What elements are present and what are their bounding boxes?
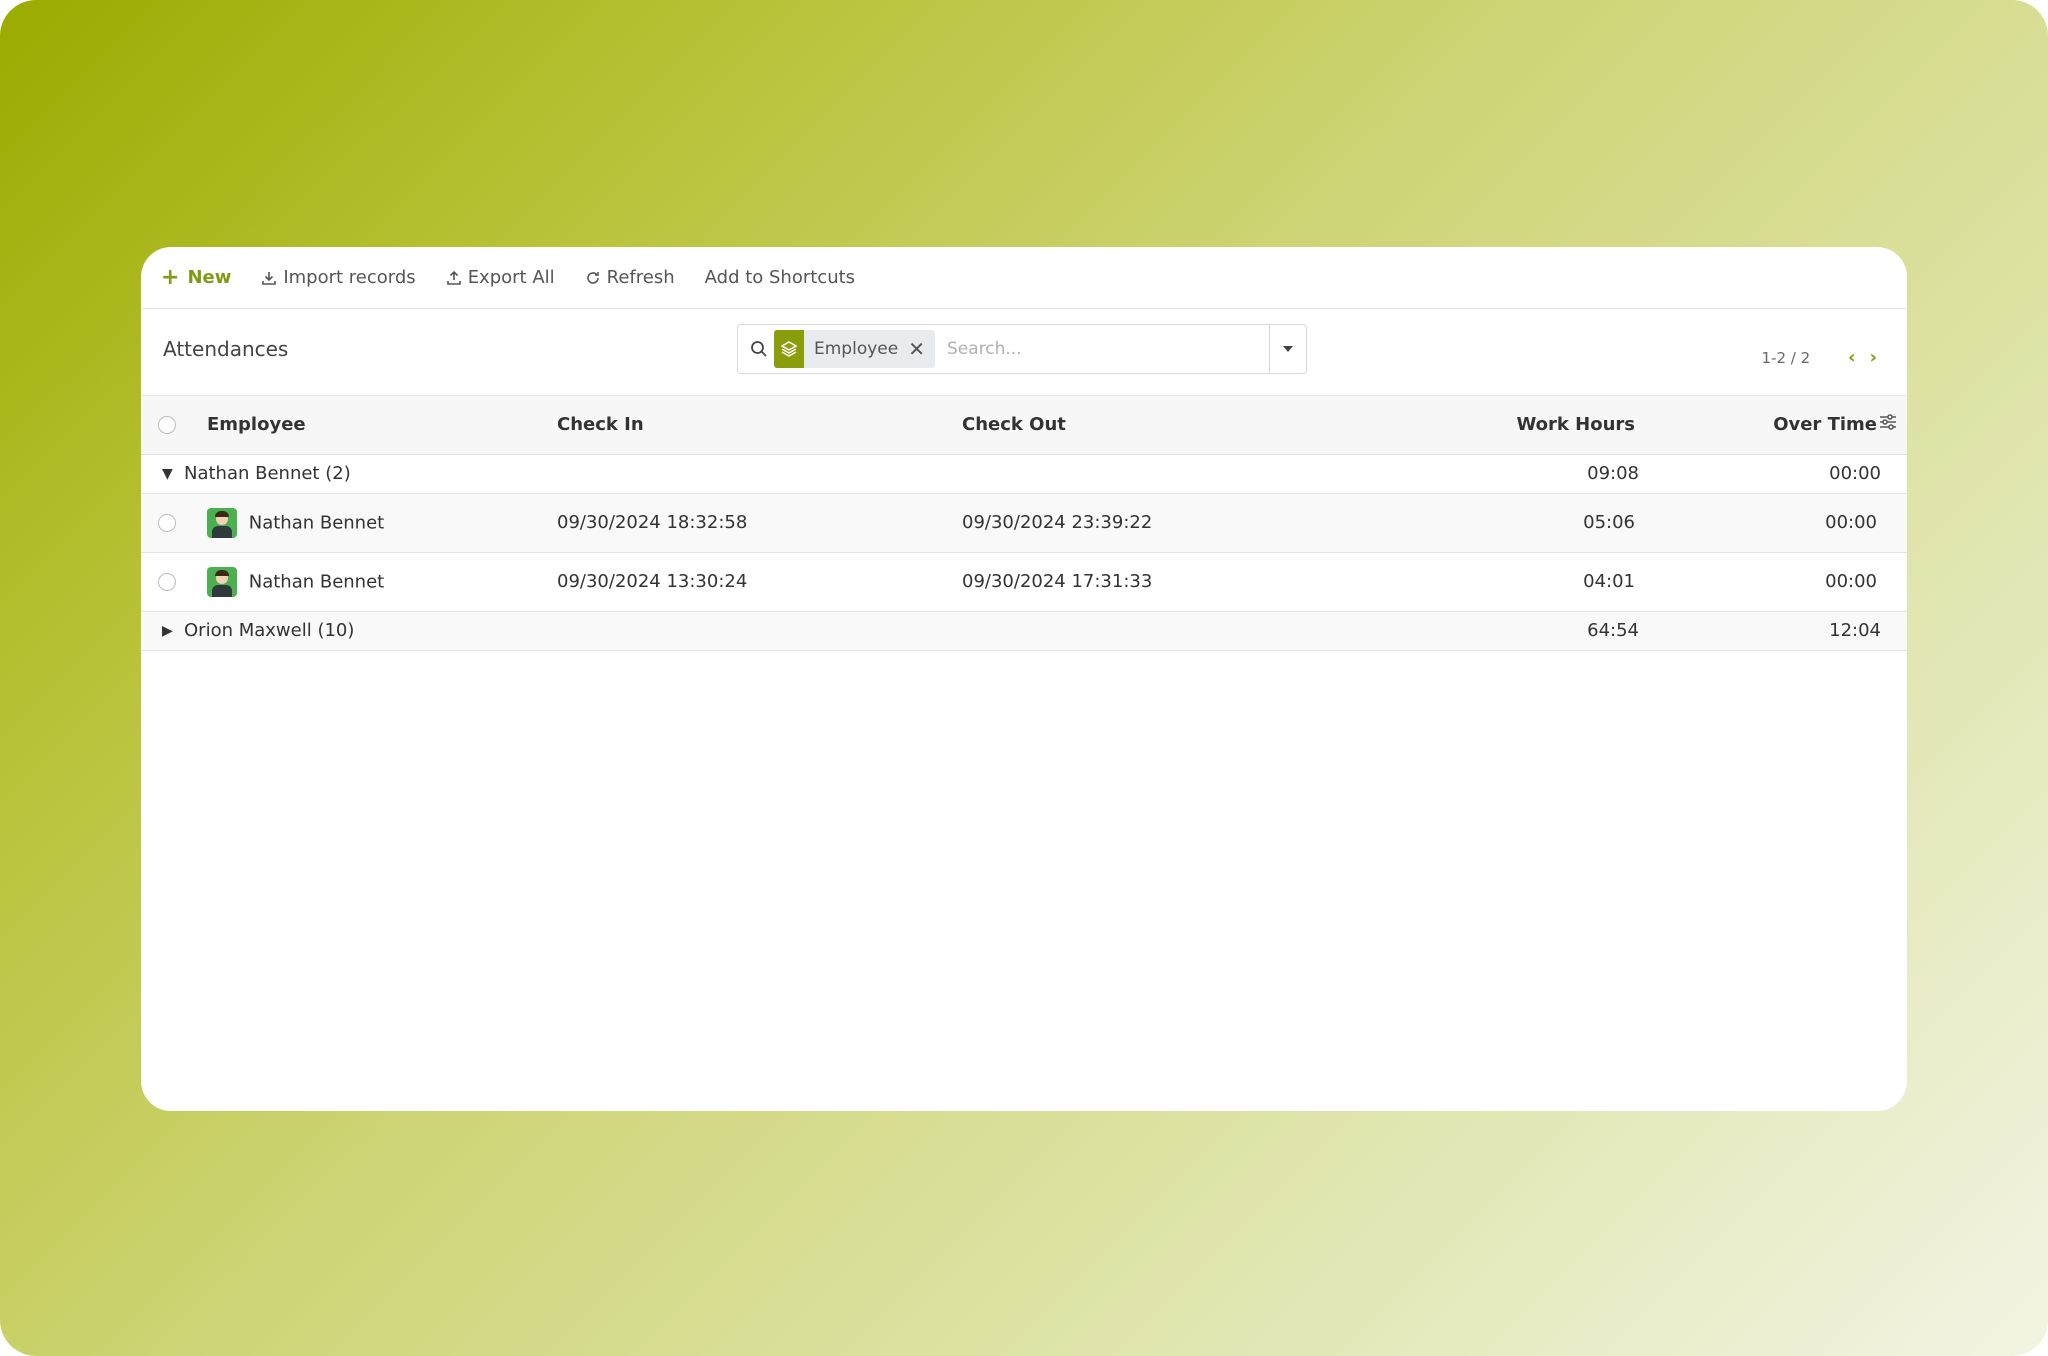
over-time-cell: 00:00 <box>1825 571 1877 592</box>
over-time-cell: 00:00 <box>1825 512 1877 533</box>
export-all-button[interactable]: Export All <box>446 258 555 298</box>
table-header-row: Employee Check In Check Out Work Hours O… <box>141 396 1907 454</box>
employee-cell: Nathan Bennet <box>206 493 556 552</box>
group-spacer <box>1878 611 1907 650</box>
group-over-time: 12:04 <box>1636 611 1881 650</box>
search-bar: Employee ✕ <box>737 324 1307 374</box>
download-icon <box>262 271 277 285</box>
group-label: Orion Maxwell (10) <box>184 620 355 641</box>
column-header-work-hours[interactable]: Work Hours <box>1346 396 1636 454</box>
layers-icon <box>774 330 804 368</box>
pager-next-button[interactable]: › <box>1870 347 1877 368</box>
group-over-time-value: 00:00 <box>1829 463 1881 484</box>
group-label-cell: ▼ Nathan Bennet (2) <box>141 454 1346 493</box>
import-records-button[interactable]: Import records <box>261 258 416 298</box>
add-to-shortcuts-label: Add to Shortcuts <box>704 267 856 288</box>
select-all-cell <box>141 396 206 454</box>
pager-value[interactable]: 1-2 / 2 <box>1762 349 1811 367</box>
row-spacer <box>1878 552 1907 611</box>
refresh-button[interactable]: Refresh <box>585 258 675 298</box>
attendance-panel: + New Import records Export All Refresh <box>141 247 1907 1111</box>
pager-previous-button[interactable]: ‹ <box>1848 347 1855 368</box>
caret-right-icon: ▶ <box>162 622 173 639</box>
table-row[interactable]: Nathan Bennet 09/30/2024 18:32:58 09/30/… <box>141 493 1907 552</box>
row-checkbox[interactable] <box>158 573 176 591</box>
sliders-icon[interactable] <box>1879 413 1897 431</box>
upload-icon <box>446 270 461 285</box>
check-in-cell: 09/30/2024 18:32:58 <box>557 512 748 533</box>
group-over-time-value: 12:04 <box>1829 620 1881 641</box>
group-row-nathan-bennet[interactable]: ▼ Nathan Bennet (2) 09:08 00:00 <box>141 454 1907 493</box>
group-over-time: 00:00 <box>1636 454 1881 493</box>
avatar <box>207 507 237 538</box>
select-all-checkbox[interactable] <box>158 416 176 435</box>
refresh-label: Refresh <box>606 267 675 288</box>
employee-facet: Employee ✕ <box>774 330 935 368</box>
pager: 1-2 / 2 ‹ › <box>1762 347 1877 368</box>
employee-cell: Nathan Bennet <box>206 552 556 611</box>
employee-name: Nathan Bennet <box>248 512 385 533</box>
new-button-label: New <box>187 267 232 288</box>
background-frame: + New Import records Export All Refresh <box>0 0 2048 1356</box>
search-icon <box>751 341 767 357</box>
toolbar: + New Import records Export All Refresh <box>141 247 1907 309</box>
attendance-table: Employee Check In Check Out Work Hours O… <box>141 396 1907 651</box>
page-title: Attendances <box>163 337 289 361</box>
row-select-cell <box>141 552 206 611</box>
row-checkbox[interactable] <box>158 514 176 532</box>
check-out-cell: 09/30/2024 17:31:33 <box>962 571 1153 592</box>
column-header-employee[interactable]: Employee <box>206 396 556 454</box>
avatar <box>207 566 237 597</box>
caret-down-icon: ▼ <box>162 465 173 482</box>
group-work-hours: 64:54 <box>1346 611 1639 650</box>
group-label-cell: ▶ Orion Maxwell (10) <box>141 611 1346 650</box>
export-all-label: Export All <box>467 267 555 288</box>
group-work-hours-value: 64:54 <box>1587 620 1639 641</box>
group-work-hours: 09:08 <box>1346 454 1639 493</box>
plus-icon: + <box>161 264 180 290</box>
control-bar: Attendances Employee ✕ Search... 1-2 / 2… <box>141 309 1907 396</box>
facet-remove-icon[interactable]: ✕ <box>908 337 935 361</box>
column-header-over-time[interactable]: Over Time <box>1636 396 1878 454</box>
search-options-toggle[interactable] <box>1269 325 1306 373</box>
caret-down-icon <box>1283 346 1293 352</box>
group-row-orion-maxwell[interactable]: ▶ Orion Maxwell (10) 64:54 12:04 <box>141 611 1907 650</box>
group-label: Nathan Bennet (2) <box>184 463 351 484</box>
add-to-shortcuts-button[interactable]: Add to Shortcuts <box>705 258 855 298</box>
table-row[interactable]: Nathan Bennet 09/30/2024 13:30:24 09/30/… <box>141 552 1907 611</box>
new-button[interactable]: + New <box>161 258 231 298</box>
facet-label: Employee <box>814 339 899 359</box>
search-input[interactable] <box>944 330 1269 368</box>
column-header-check-out[interactable]: Check Out <box>961 396 1346 454</box>
work-hours-cell: 04:01 <box>1583 571 1635 592</box>
row-select-cell <box>141 493 206 552</box>
row-spacer <box>1878 493 1907 552</box>
optional-columns-cell <box>1878 396 1907 454</box>
refresh-icon <box>586 271 599 284</box>
column-header-check-in[interactable]: Check In <box>556 396 961 454</box>
check-out-cell: 09/30/2024 23:39:22 <box>962 512 1153 533</box>
group-work-hours-value: 09:08 <box>1587 463 1639 484</box>
check-in-cell: 09/30/2024 13:30:24 <box>557 571 748 592</box>
employee-name: Nathan Bennet <box>248 571 385 592</box>
import-records-label: Import records <box>283 267 416 288</box>
group-spacer <box>1878 454 1907 493</box>
work-hours-cell: 05:06 <box>1583 512 1635 533</box>
